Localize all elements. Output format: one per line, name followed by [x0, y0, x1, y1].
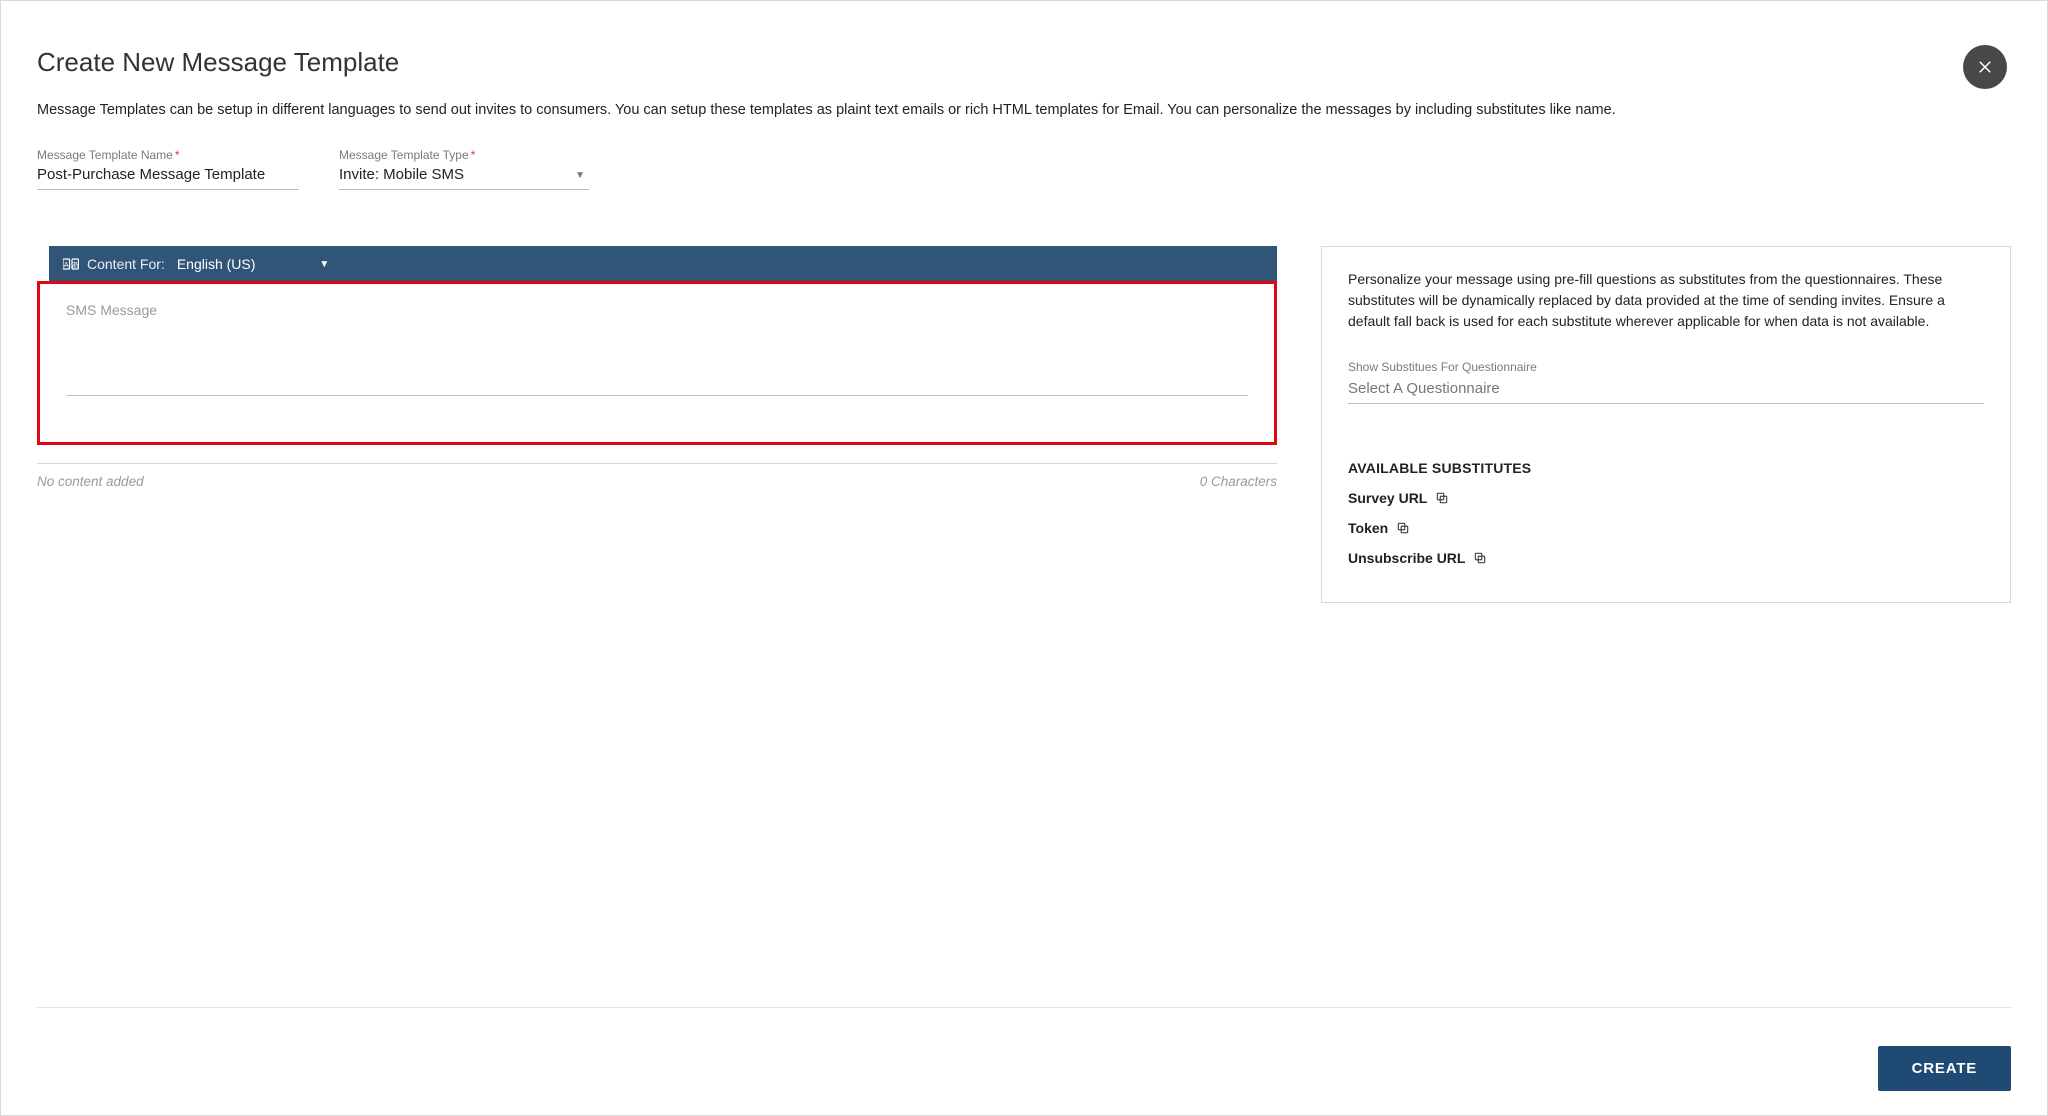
template-type-label-text: Message Template Type: [339, 148, 469, 162]
substitute-unsubscribe-url[interactable]: Unsubscribe URL: [1348, 550, 1984, 566]
substitutes-list: Survey URL Token Unsubscribe URL: [1348, 490, 1984, 566]
main-columns: A あ Content For: English (US) ▼ No conte…: [37, 246, 2011, 603]
template-name-input[interactable]: [37, 162, 299, 190]
questionnaire-select[interactable]: [1348, 378, 1984, 404]
content-language-value: English (US): [177, 256, 256, 272]
substitute-label: Unsubscribe URL: [1348, 550, 1465, 566]
sms-message-box: [37, 281, 1277, 445]
content-for-label: Content For:: [87, 256, 165, 272]
copy-icon: [1435, 491, 1449, 505]
svg-text:あ: あ: [72, 261, 79, 269]
dialog-footer: CREATE: [37, 1007, 2011, 1091]
template-type-select-wrap[interactable]: ▼: [339, 162, 589, 190]
questionnaire-select-wrap[interactable]: [1348, 378, 1984, 404]
copy-icon: [1473, 551, 1487, 565]
footer-divider: [37, 1007, 2011, 1008]
page-subtitle: Message Templates can be setup in differ…: [37, 100, 2011, 120]
available-substitutes-heading: AVAILABLE SUBSTITUTES: [1348, 460, 1984, 476]
substitutes-panel: Personalize your message using pre-fill …: [1321, 246, 2011, 603]
sms-message-textarea[interactable]: [66, 300, 1248, 396]
substitute-label: Token: [1348, 520, 1388, 536]
template-type-field: Message Template Type* ▼: [339, 148, 589, 190]
substitute-token[interactable]: Token: [1348, 520, 1984, 536]
dialog-frame: Create New Message Template Message Temp…: [0, 0, 2048, 1116]
template-name-field: Message Template Name*: [37, 148, 299, 190]
close-icon: [1976, 58, 1994, 76]
substitute-survey-url[interactable]: Survey URL: [1348, 490, 1984, 506]
substitutes-description: Personalize your message using pre-fill …: [1348, 269, 1984, 332]
template-type-label: Message Template Type*: [339, 148, 589, 162]
content-language-bar[interactable]: A あ Content For: English (US) ▼: [49, 246, 1277, 282]
chevron-down-icon: ▼: [319, 259, 329, 270]
template-name-label: Message Template Name*: [37, 148, 299, 162]
page-title: Create New Message Template: [37, 47, 2011, 78]
language-icon: A あ: [63, 258, 79, 270]
left-column: A あ Content For: English (US) ▼ No conte…: [37, 246, 1277, 489]
template-type-select[interactable]: [339, 162, 589, 190]
create-button[interactable]: CREATE: [1878, 1046, 2011, 1091]
no-content-text: No content added: [37, 474, 144, 489]
required-asterisk: *: [175, 148, 180, 162]
substitute-label: Survey URL: [1348, 490, 1427, 506]
template-name-label-text: Message Template Name: [37, 148, 173, 162]
right-column: Personalize your message using pre-fill …: [1321, 246, 2011, 603]
svg-text:A: A: [64, 262, 69, 269]
inputs-row: Message Template Name* Message Template …: [37, 148, 2011, 190]
copy-icon: [1396, 521, 1410, 535]
sms-status-bar: No content added 0 Characters: [37, 463, 1277, 489]
close-button[interactable]: [1963, 45, 2007, 89]
show-substitutes-label: Show Substitues For Questionnaire: [1348, 360, 1984, 374]
character-count: 0 Characters: [1200, 474, 1277, 489]
required-asterisk: *: [471, 148, 476, 162]
